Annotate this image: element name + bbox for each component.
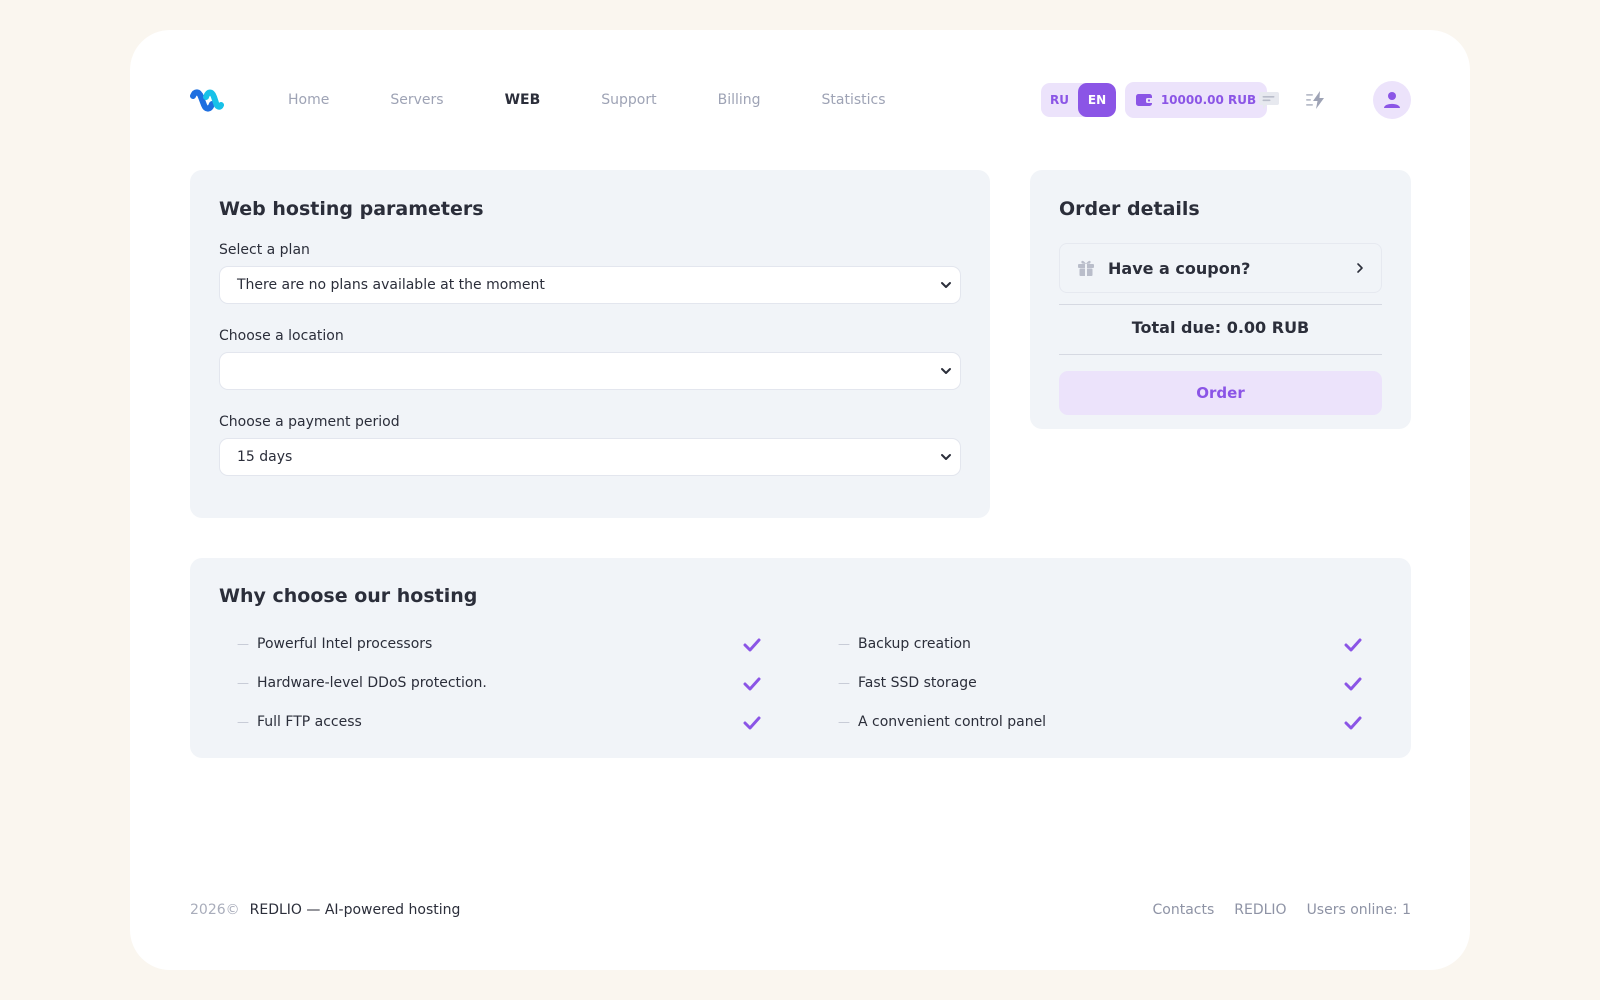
coupon-label: Have a coupon? — [1108, 258, 1251, 278]
footer-year: 2026© — [190, 902, 240, 918]
main-nav: Home Servers WEB Support Billing Statist… — [288, 90, 947, 110]
check-icon — [1344, 638, 1362, 652]
footer-copyright: REDLIO — AI-powered hosting — [249, 902, 461, 918]
check-icon — [1344, 716, 1362, 730]
dash-icon: — — [838, 637, 850, 651]
nav-statistics[interactable]: Statistics — [822, 92, 886, 108]
location-label: Choose a location — [219, 328, 344, 344]
lang-en-button[interactable]: EN — [1078, 83, 1116, 117]
chat-icon[interactable] — [1258, 90, 1280, 110]
feature-item: — Powerful Intel processors — [237, 634, 432, 654]
nav-servers[interactable]: Servers — [390, 92, 443, 108]
feature-item: — Fast SSD storage — [838, 673, 977, 693]
footer-right: Contacts REDLIO Users online: 1 — [1132, 900, 1411, 920]
check-icon — [743, 677, 761, 691]
check-icon — [743, 638, 761, 652]
lang-ru-button[interactable]: RU — [1041, 83, 1078, 117]
feature-item: — Hardware-level DDoS protection. — [237, 673, 487, 693]
plan-select[interactable]: There are no plans available at the mome… — [219, 266, 961, 304]
check-icon — [1344, 677, 1362, 691]
chevron-down-icon — [941, 454, 951, 460]
order-button[interactable]: Order — [1059, 371, 1382, 415]
feature-item: — Backup creation — [838, 634, 971, 654]
period-select-value: 15 days — [237, 449, 293, 465]
total-due: Total due: 0.00 RUB — [1131, 318, 1310, 337]
feature-text: A convenient control panel — [858, 714, 1047, 730]
check-icon — [743, 716, 761, 730]
feature-text: Powerful Intel processors — [257, 636, 433, 652]
dash-icon: — — [237, 676, 249, 690]
nav-home[interactable]: Home — [288, 92, 329, 108]
dash-icon: — — [838, 676, 850, 690]
dash-icon: — — [838, 715, 850, 729]
feature-text: Fast SSD storage — [858, 675, 977, 691]
gift-icon — [1078, 260, 1094, 276]
hosting-params-panel: Web hosting parameters Select a plan The… — [190, 170, 990, 518]
footer-left: 2026© REDLIO — AI-powered hosting — [190, 900, 460, 920]
dash-icon: — — [237, 637, 249, 651]
why-title: Why choose our hosting — [219, 585, 478, 607]
period-label: Choose a payment period — [219, 414, 400, 430]
period-select[interactable]: 15 days — [219, 438, 961, 476]
order-title: Order details — [1059, 198, 1200, 220]
balance-amount: 10000.00 RUB — [1160, 93, 1257, 107]
main-card: Home Servers WEB Support Billing Statist… — [130, 30, 1470, 970]
coupon-toggle[interactable]: Have a coupon? — [1059, 243, 1382, 293]
chevron-right-icon — [1357, 263, 1363, 273]
wallet-icon — [1135, 94, 1154, 106]
chevron-down-icon — [941, 282, 951, 288]
nav-web[interactable]: WEB — [505, 92, 541, 108]
location-select[interactable] — [219, 352, 961, 390]
nav-support[interactable]: Support — [601, 92, 656, 108]
why-choose-panel: Why choose our hosting — Powerful Intel … — [190, 558, 1411, 758]
users-online: Users online: 1 — [1306, 902, 1411, 918]
dash-icon: — — [237, 715, 249, 729]
feature-item: — Full FTP access — [237, 712, 362, 732]
feature-text: Backup creation — [858, 636, 971, 652]
language-switch: RU EN — [1041, 83, 1116, 117]
divider — [1059, 354, 1382, 355]
plan-select-value: There are no plans available at the mome… — [237, 277, 545, 293]
plan-label: Select a plan — [219, 242, 310, 258]
user-avatar-button[interactable] — [1373, 81, 1411, 119]
user-icon — [1384, 92, 1400, 108]
feature-item: — A convenient control panel — [838, 712, 1046, 732]
logo-icon[interactable] — [190, 88, 224, 112]
nav-billing[interactable]: Billing — [718, 92, 761, 108]
balance-button[interactable]: 10000.00 RUB — [1125, 82, 1267, 118]
feature-text: Hardware-level DDoS protection. — [257, 675, 487, 691]
divider — [1059, 304, 1382, 305]
footer-link-redlio[interactable]: REDLIO — [1234, 902, 1286, 918]
lightning-icon[interactable] — [1305, 90, 1327, 110]
order-details-panel: Order details Have a coupon? Total due: … — [1030, 170, 1411, 429]
chevron-down-icon — [941, 368, 951, 374]
feature-text: Full FTP access — [257, 714, 362, 730]
params-title: Web hosting parameters — [219, 198, 484, 220]
footer-link-contacts[interactable]: Contacts — [1152, 902, 1214, 918]
